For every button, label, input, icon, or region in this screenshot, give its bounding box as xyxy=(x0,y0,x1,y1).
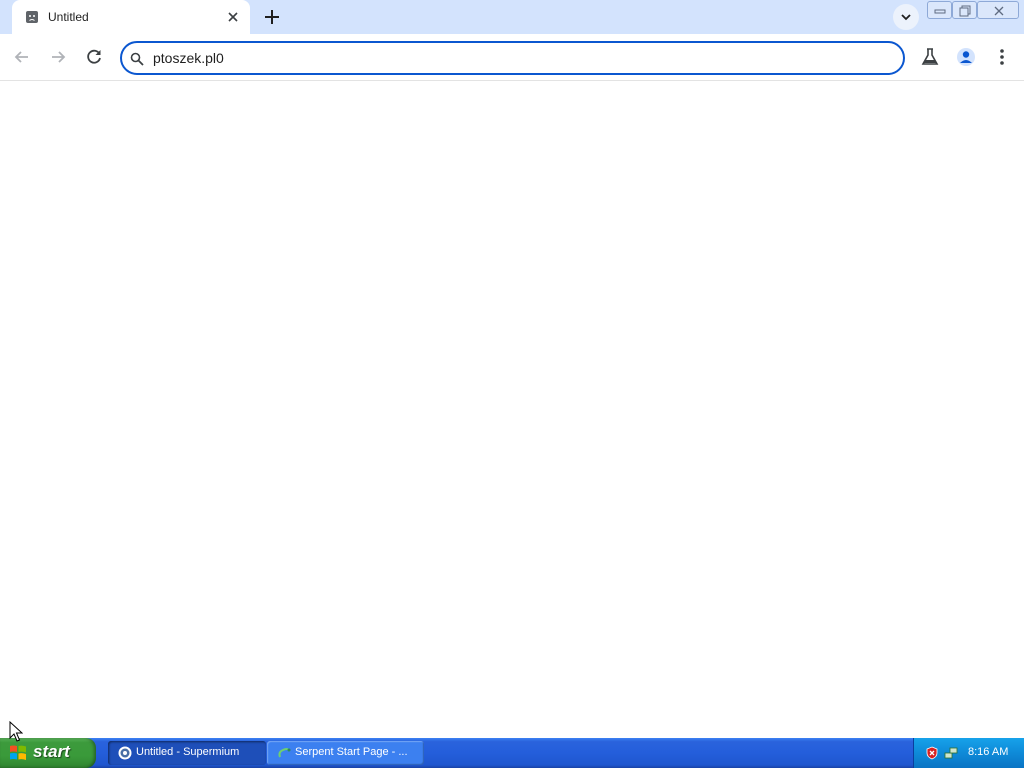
account-icon[interactable] xyxy=(955,46,977,68)
tab-untitled[interactable]: Untitled xyxy=(12,0,250,34)
minimize-button[interactable] xyxy=(927,1,952,19)
chevron-down-icon xyxy=(901,14,911,21)
start-label: start xyxy=(33,742,70,761)
page-content[interactable] xyxy=(0,82,1024,738)
restore-button[interactable] xyxy=(952,1,977,19)
mouse-cursor-icon xyxy=(9,721,23,742)
arrow-left-icon[interactable] xyxy=(11,46,33,68)
restore-icon xyxy=(959,5,971,17)
address-bar[interactable] xyxy=(120,41,905,75)
tab-title: Untitled xyxy=(48,10,89,24)
system-tray: 8:16 AM xyxy=(913,738,1024,768)
minimize-icon xyxy=(934,9,946,14)
new-tab-button[interactable] xyxy=(262,7,282,27)
serpent-icon xyxy=(278,748,291,758)
close-icon[interactable] xyxy=(226,10,240,24)
arrow-right-icon[interactable] xyxy=(47,46,69,68)
supermium-icon xyxy=(118,746,132,760)
clock: 8:16 AM xyxy=(968,746,1009,758)
search-icon xyxy=(130,52,144,66)
shield-alert-icon[interactable] xyxy=(925,746,939,760)
reload-icon[interactable] xyxy=(83,46,105,68)
browser-toolbar xyxy=(0,34,1024,81)
network-icon[interactable] xyxy=(944,746,958,760)
close-icon xyxy=(994,6,1004,16)
desktop-screen: Untitled ptoszek.pl0 start Untitled - Su… xyxy=(0,0,1024,768)
flask-icon[interactable] xyxy=(919,46,941,68)
kebab-menu-icon[interactable] xyxy=(991,46,1013,68)
taskbar-item-label: Serpent Start Page - ... xyxy=(295,746,408,758)
taskbar-item-label: Untitled - Supermium xyxy=(136,746,240,758)
taskbar: start Untitled - Supermium Serpent Start… xyxy=(0,738,1024,768)
taskbar-item-supermium[interactable]: Untitled - Supermium xyxy=(108,741,266,765)
sad-tab-icon xyxy=(26,11,38,23)
window-close-button[interactable] xyxy=(977,1,1019,19)
windows-logo-icon xyxy=(10,745,26,760)
address-input[interactable] xyxy=(153,48,853,68)
taskbar-item-serpent[interactable]: Serpent Start Page - ... xyxy=(267,741,424,765)
tab-strip: Untitled xyxy=(0,0,1024,34)
tab-search-button[interactable] xyxy=(893,4,919,30)
